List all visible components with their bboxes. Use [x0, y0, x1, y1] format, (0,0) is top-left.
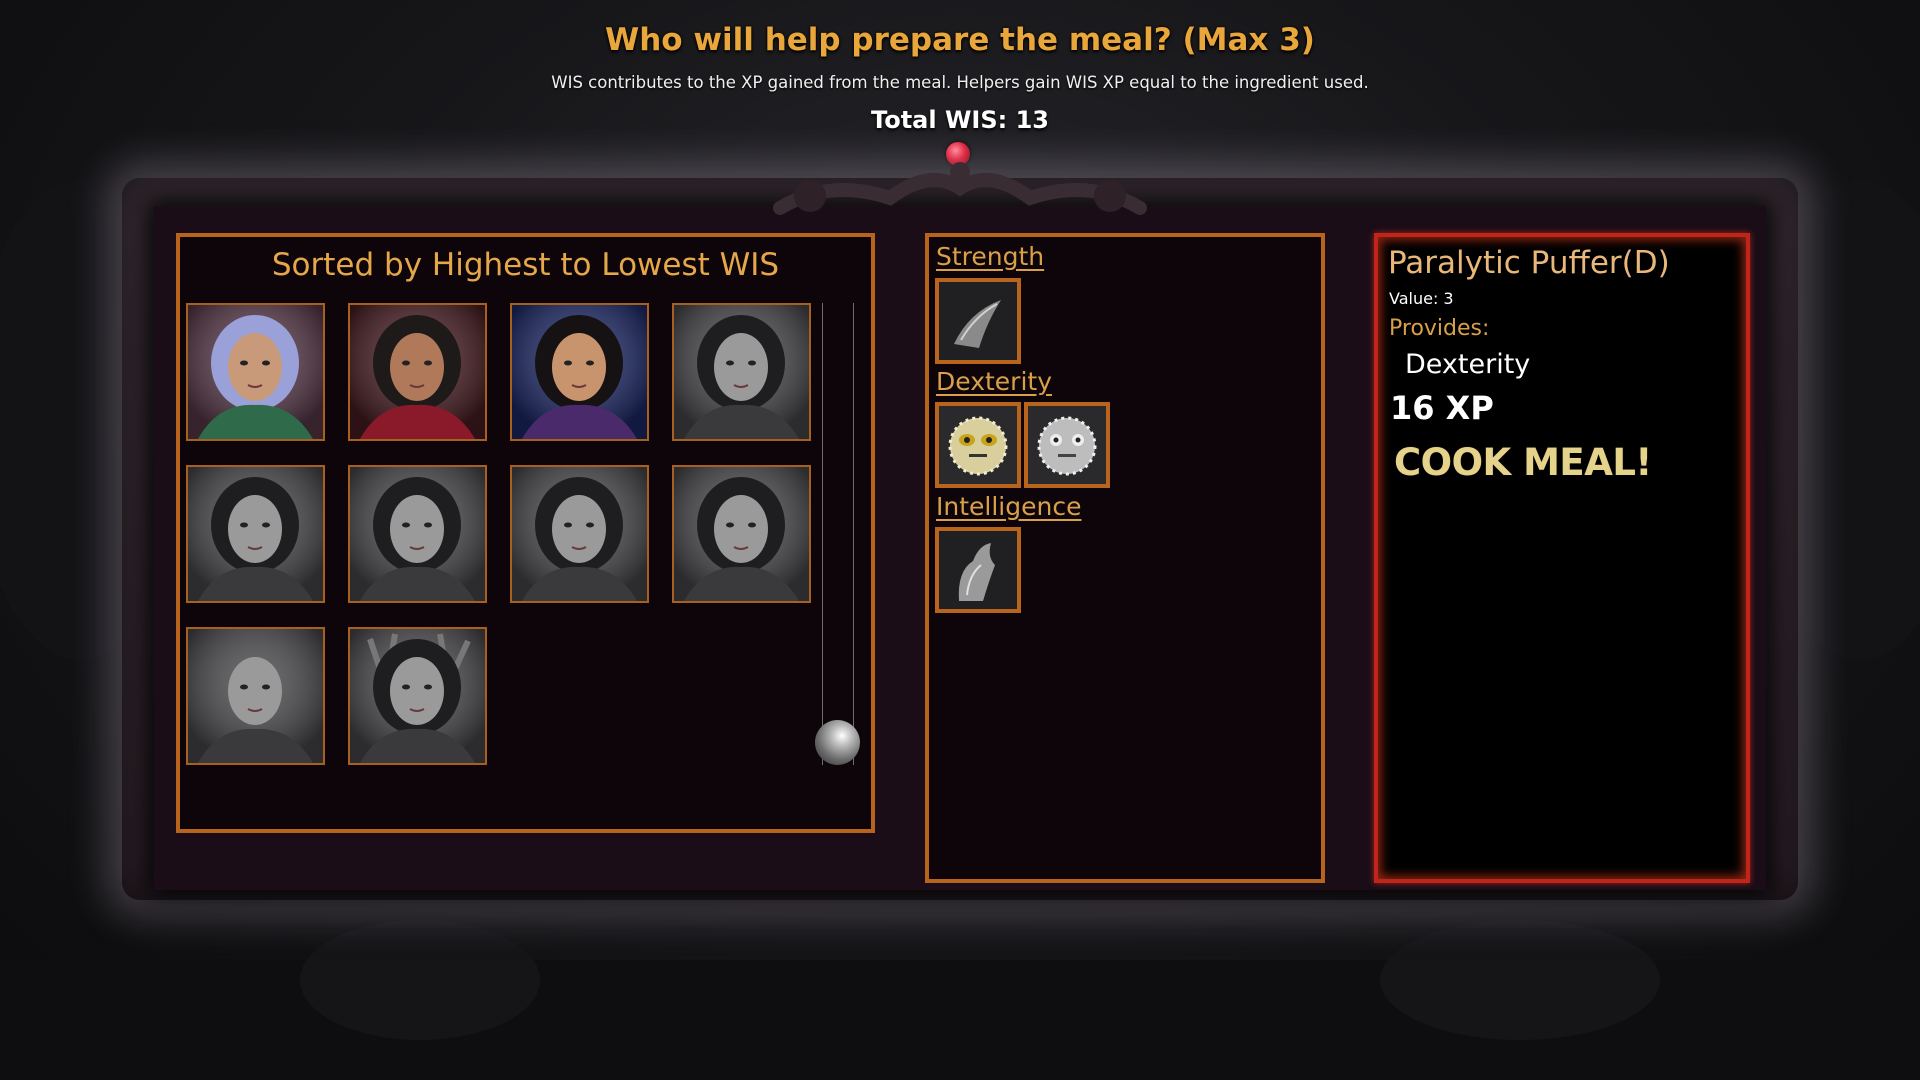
bald-man-portrait[interactable]: [186, 627, 325, 765]
braided-woman-portrait[interactable]: [348, 465, 487, 603]
board-ornament: [773, 162, 1147, 215]
xp-value: 16 XP: [1390, 389, 1494, 427]
cook-meal-button[interactable]: COOK MEAL!: [1388, 439, 1658, 486]
dark-haired-woman-portrait[interactable]: [510, 303, 649, 441]
scrollbar-orb-thumb[interactable]: [815, 720, 860, 765]
roster-heading: Sorted by Highest to Lowest WIS: [271, 247, 780, 283]
short-haired-woman-portrait[interactable]: [672, 465, 811, 603]
page-title: Who will help prepare the meal? (Max 3): [605, 22, 1315, 58]
pufferfish-icon[interactable]: [935, 402, 1021, 488]
meal-detail-panel: Paralytic Puffer(D) Value: 3 Provides: D…: [1374, 233, 1750, 883]
dish-name: Paralytic Puffer(D): [1388, 245, 1670, 281]
category-intelligence[interactable]: Intelligence: [936, 492, 1081, 521]
page-subtitle: WIS contributes to the XP gained from th…: [551, 73, 1369, 92]
hooded-woman-portrait[interactable]: [186, 465, 325, 603]
tentacle-icon[interactable]: [935, 527, 1021, 613]
claw-icon-art: [939, 282, 1017, 360]
roster-scrollbar[interactable]: [822, 303, 854, 765]
tentacle-icon-art: [939, 531, 1017, 609]
curly-haired-woman-portrait[interactable]: [510, 465, 649, 603]
total-wis-readout: Total WIS: 13: [871, 106, 1049, 134]
dish-value: Value: 3: [1389, 289, 1454, 308]
provides-label: Provides:: [1389, 316, 1490, 341]
antlered-creature-portrait[interactable]: [348, 627, 487, 765]
silver-haired-elf-portrait[interactable]: [186, 303, 325, 441]
pufferfish-grey-art: [1028, 406, 1106, 484]
provides-stat: Dexterity: [1405, 349, 1531, 380]
category-dexterity[interactable]: Dexterity: [936, 367, 1052, 396]
claw-icon[interactable]: [935, 278, 1021, 364]
category-strength[interactable]: Strength: [936, 242, 1044, 271]
bearded-man-portrait[interactable]: [348, 303, 487, 441]
pufferfish-yellow-art: [939, 406, 1017, 484]
pufferfish-icon[interactable]: [1024, 402, 1110, 488]
headband-woman-portrait[interactable]: [672, 303, 811, 441]
